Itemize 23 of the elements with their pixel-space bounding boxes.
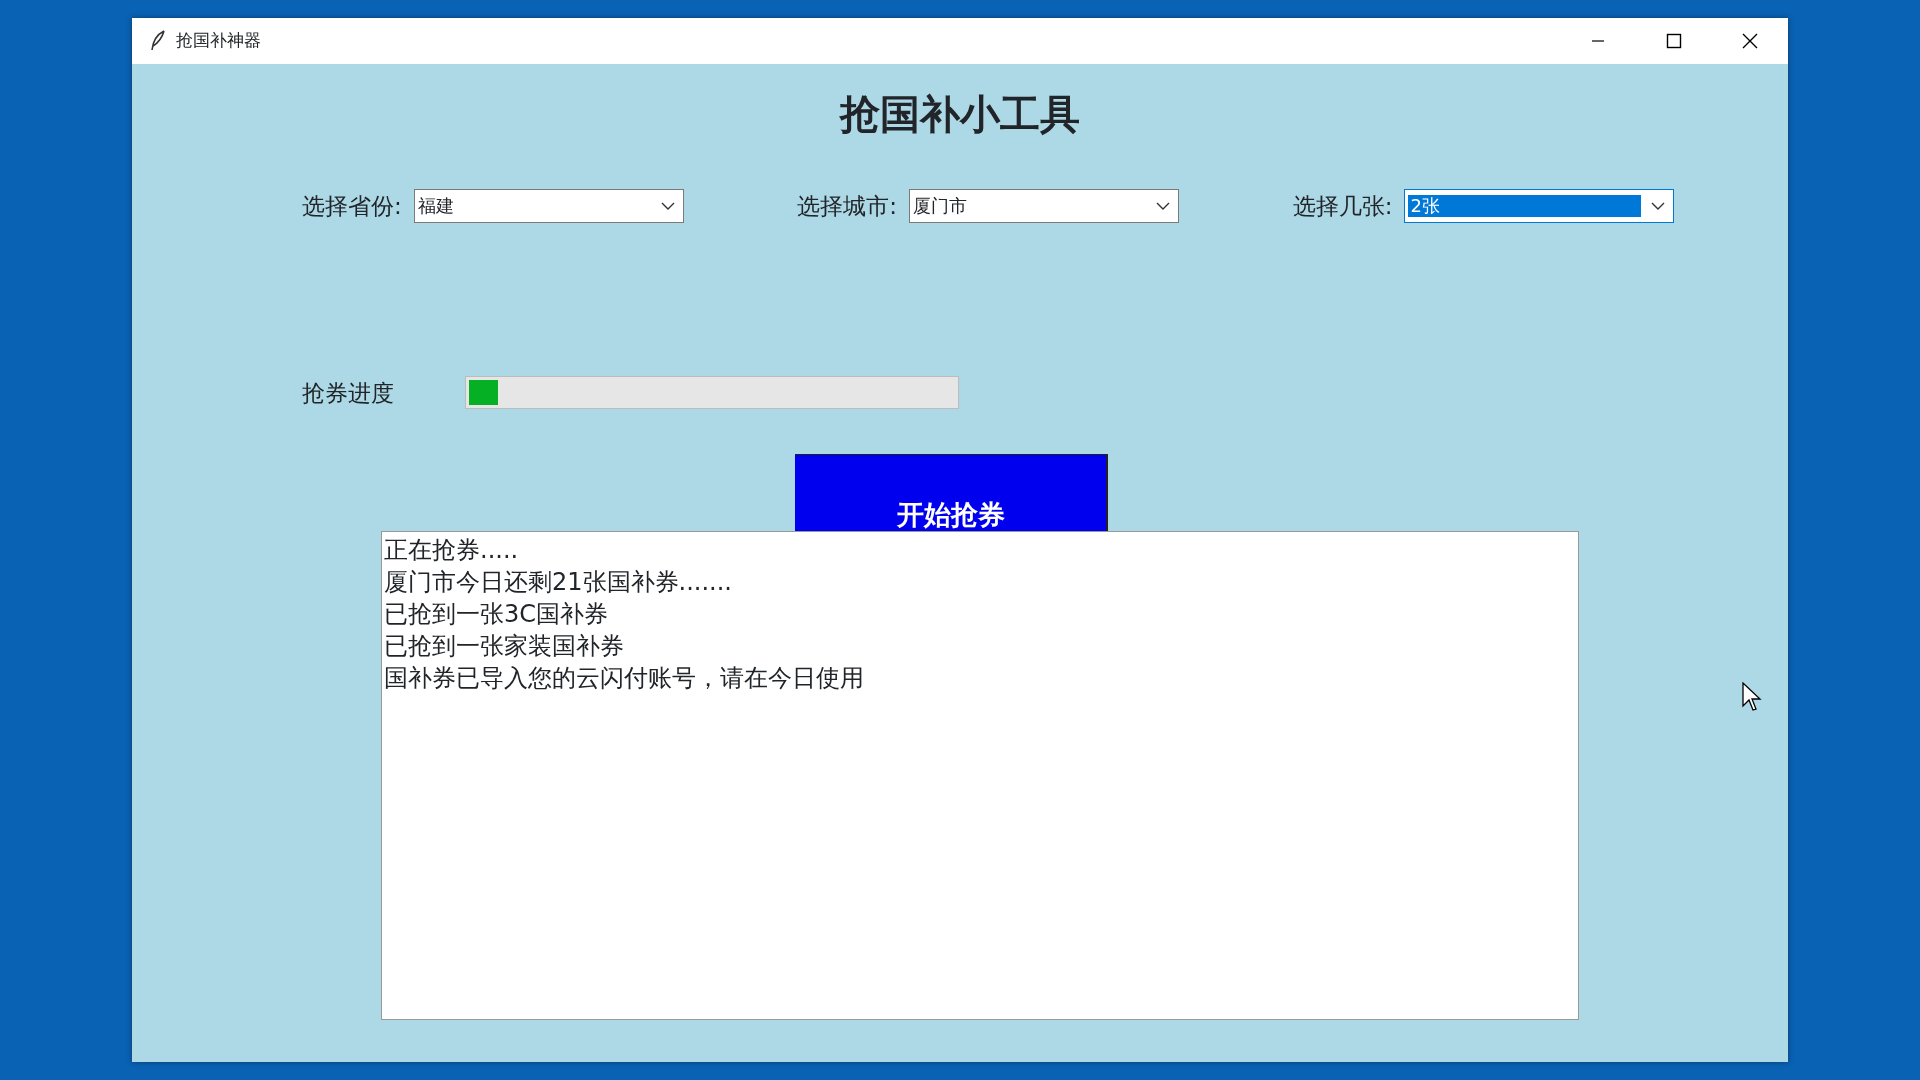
dropdown-field[interactable]: 厦门市 — [909, 189, 1180, 224]
mouse-cursor-icon — [1742, 682, 1762, 712]
chevron-down-icon — [660, 201, 675, 211]
log-line: 厦门市今日还剩21张国补券....... — [384, 567, 733, 598]
log-line: 正在抢券..... — [384, 535, 520, 566]
dropdown-field[interactable]: 福建 — [413, 189, 684, 224]
maximize-icon — [1666, 33, 1682, 49]
dropdown-field[interactable]: 2张 — [1404, 189, 1675, 224]
chevron-down-icon — [1156, 201, 1171, 211]
start-button[interactable]: 开始抢券 — [795, 454, 1108, 531]
close-icon — [1742, 33, 1758, 49]
log-text-area[interactable]: 正在抢券..... 厦门市今日还剩21张国补券....... 已抢到一张3C国补券 已抢到一张家装国补券 国补券已导入您的云闪付账号，请在今日使用 — [381, 531, 1579, 1020]
selector-label: 选择几张: — [1292, 192, 1393, 221]
window-title: 抢国补神器 — [176, 29, 261, 53]
log-line: 已抢到一张3C国补券 — [384, 599, 610, 630]
chevron-down-icon — [1651, 201, 1666, 211]
app-heading: 抢国补小工具 — [838, 90, 1081, 138]
feather-icon — [150, 30, 166, 52]
log-line: 已抢到一张家装国补券 — [384, 631, 625, 662]
selector-label: 选择城市: — [797, 192, 898, 221]
log-line: 国补券已导入您的云闪付账号，请在今日使用 — [384, 663, 865, 694]
progress-label: 抢券进度 — [302, 378, 395, 408]
selector-label: 选择省份: — [302, 192, 402, 221]
